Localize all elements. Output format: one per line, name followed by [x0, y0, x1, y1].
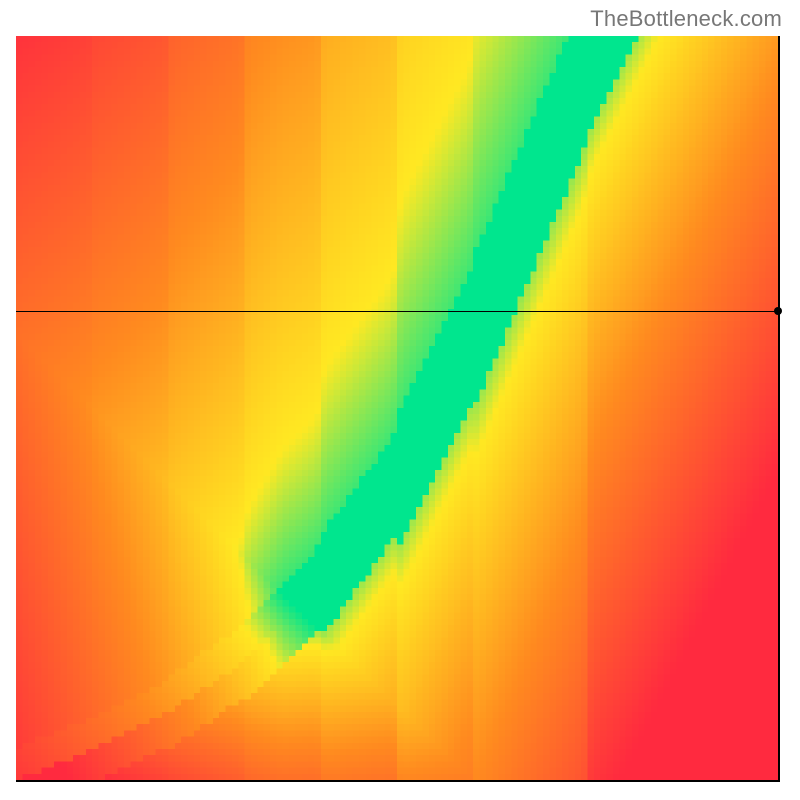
reference-dot	[774, 307, 782, 315]
plot-frame	[16, 36, 780, 782]
attribution-text: TheBottleneck.com	[590, 6, 782, 32]
reference-line	[16, 311, 780, 312]
